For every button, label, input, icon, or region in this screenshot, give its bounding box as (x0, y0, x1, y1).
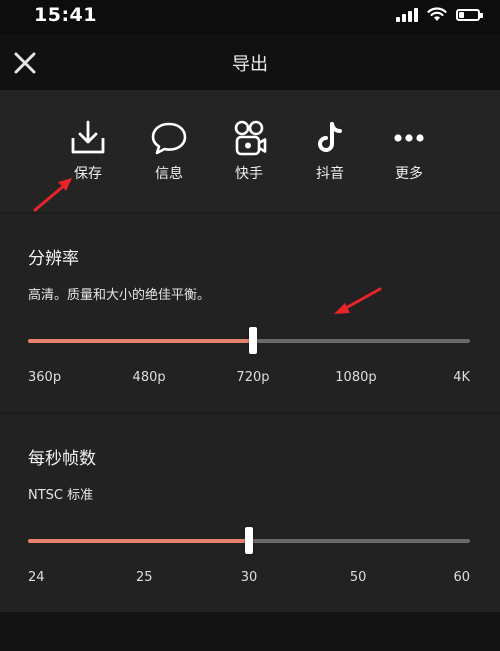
battery-level (459, 11, 464, 18)
resolution-section: 分辨率 高清。质量和大小的绝佳平衡。 360p 480p 720p 1080p … (0, 214, 500, 412)
share-options-row: 保存 信息 快手 抖音 更多 (0, 90, 500, 212)
page-title: 导出 (232, 54, 268, 75)
frame-rate-section: 每秒帧数 NTSC 标准 24 25 30 50 60 (0, 414, 500, 612)
message-label: 信息 (155, 166, 183, 182)
resolution-ticks: 360p 480p 720p 1080p 4K (28, 370, 470, 388)
status-icons (396, 7, 483, 22)
resolution-tick[interactable]: 4K (453, 370, 470, 385)
resolution-tick[interactable]: 720p (236, 370, 269, 385)
resolution-tick[interactable]: 1080p (335, 370, 376, 385)
kuaishou-button[interactable]: 快手 (214, 118, 284, 183)
header: 导出 (0, 34, 500, 90)
message-button[interactable]: 信息 (134, 118, 204, 183)
resolution-slider[interactable] (28, 326, 470, 356)
resolution-description: 高清。质量和大小的绝佳平衡。 (28, 288, 211, 303)
douyin-icon (318, 122, 342, 152)
save-download-icon (71, 120, 105, 154)
message-bubble-icon (151, 122, 187, 155)
frame-rate-slider[interactable] (28, 526, 470, 556)
frame-rate-tick[interactable]: 24 (28, 570, 45, 585)
resolution-tick[interactable]: 480p (133, 370, 166, 385)
battery-icon (456, 8, 483, 21)
frame-rate-tick[interactable]: 50 (350, 570, 367, 585)
resolution-title: 分辨率 (28, 249, 79, 269)
douyin-label: 抖音 (316, 166, 344, 182)
resolution-slider-thumb[interactable] (248, 327, 257, 354)
frame-rate-title: 每秒帧数 (28, 449, 96, 469)
more-dots-icon (394, 134, 424, 142)
kuaishou-icon (234, 120, 267, 156)
frame-rate-ticks: 24 25 30 50 60 (28, 570, 470, 588)
save-label: 保存 (74, 166, 102, 182)
save-button[interactable]: 保存 (53, 118, 123, 183)
bottom-area (0, 612, 500, 651)
douyin-button[interactable]: 抖音 (295, 118, 365, 183)
kuaishou-label: 快手 (235, 166, 263, 182)
frame-rate-description: NTSC 标准 (28, 488, 94, 503)
status-time: 15:41 (34, 4, 97, 26)
more-button[interactable]: 更多 (374, 118, 444, 183)
wifi-icon (427, 7, 447, 21)
frame-rate-slider-fill (28, 539, 249, 543)
status-bar: 15:41 (0, 0, 500, 34)
frame-rate-tick[interactable]: 25 (136, 570, 153, 585)
frame-rate-tick[interactable]: 60 (453, 570, 470, 585)
frame-rate-tick[interactable]: 30 (241, 570, 258, 585)
more-label: 更多 (395, 166, 423, 182)
resolution-slider-fill (28, 339, 253, 343)
frame-rate-slider-thumb[interactable] (245, 527, 253, 554)
resolution-tick[interactable]: 360p (28, 370, 61, 385)
cellular-signal-icon (396, 7, 418, 22)
